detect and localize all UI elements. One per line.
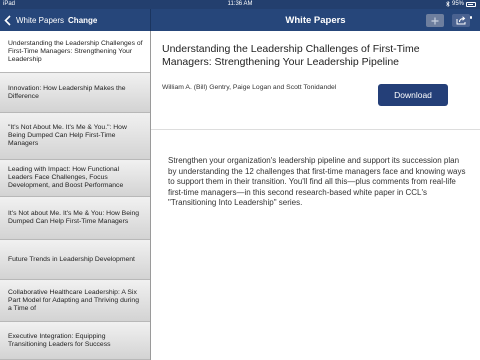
change-button[interactable]: Change [68, 16, 97, 25]
list-item[interactable]: Innovation: How Leadership Makes the Dif… [0, 73, 150, 113]
paper-detail: Understanding the Leadership Challenges … [151, 31, 480, 360]
list-item[interactable]: Executive Integration: Equipping Transit… [0, 322, 150, 360]
back-label: White Papers [16, 15, 65, 25]
download-button[interactable]: Download [378, 84, 448, 106]
list-item-label: Innovation: How Leadership Makes the Dif… [8, 84, 126, 100]
paper-description: Strengthen your organization's leadershi… [168, 156, 466, 207]
list-item-label: Understanding the Leadership Challenges … [8, 39, 143, 63]
detail-divider [151, 129, 480, 130]
status-right: 95% [446, 1, 476, 7]
paper-list: Understanding the Leadership Challenges … [0, 31, 150, 360]
list-item[interactable]: Future Trends in Leadership Development [0, 240, 150, 280]
bluetooth-icon [446, 1, 450, 7]
chevron-left-icon [4, 9, 14, 31]
list-item-label: Leading with Impact: How Functional Lead… [8, 166, 124, 189]
status-bar: iPad 11:36 AM 95% [0, 0, 480, 9]
list-item[interactable]: Collaborative Healthcare Leadership: A S… [0, 280, 150, 322]
list-item-label: Future Trends in Leadership Development [8, 255, 135, 263]
back-button[interactable]: White Papers Change [0, 9, 150, 31]
list-item-label: It's Not about Me. It's Me & You: How Be… [8, 210, 140, 225]
paper-title: Understanding the Leadership Challenges … [162, 43, 420, 68]
add-button[interactable] [426, 14, 444, 27]
share-button[interactable] [452, 14, 470, 27]
paper-authors: William A. (Bill) Gentry, Paige Logan an… [162, 84, 337, 91]
list-item[interactable]: Leading with Impact: How Functional Lead… [0, 160, 150, 197]
list-item[interactable]: Understanding the Leadership Challenges … [0, 31, 150, 73]
share-icon [456, 16, 465, 25]
plus-icon [431, 17, 439, 24]
battery-icon [466, 1, 476, 7]
battery-percent: 95% [451, 1, 464, 7]
list-item-label: Collaborative Healthcare Leadership: A S… [8, 288, 139, 312]
status-time: 11:36 AM [227, 1, 253, 7]
navigation-bar: White Papers Change White Papers [0, 9, 480, 31]
list-item-label: Executive Integration: Equipping Transit… [8, 332, 111, 348]
list-item[interactable]: It's Not about Me. It's Me & You: How Be… [0, 197, 150, 240]
list-item[interactable]: "It's Not About Me. It's Me & You.": How… [0, 113, 150, 160]
list-item-label: "It's Not About Me. It's Me & You.": How… [8, 124, 127, 147]
